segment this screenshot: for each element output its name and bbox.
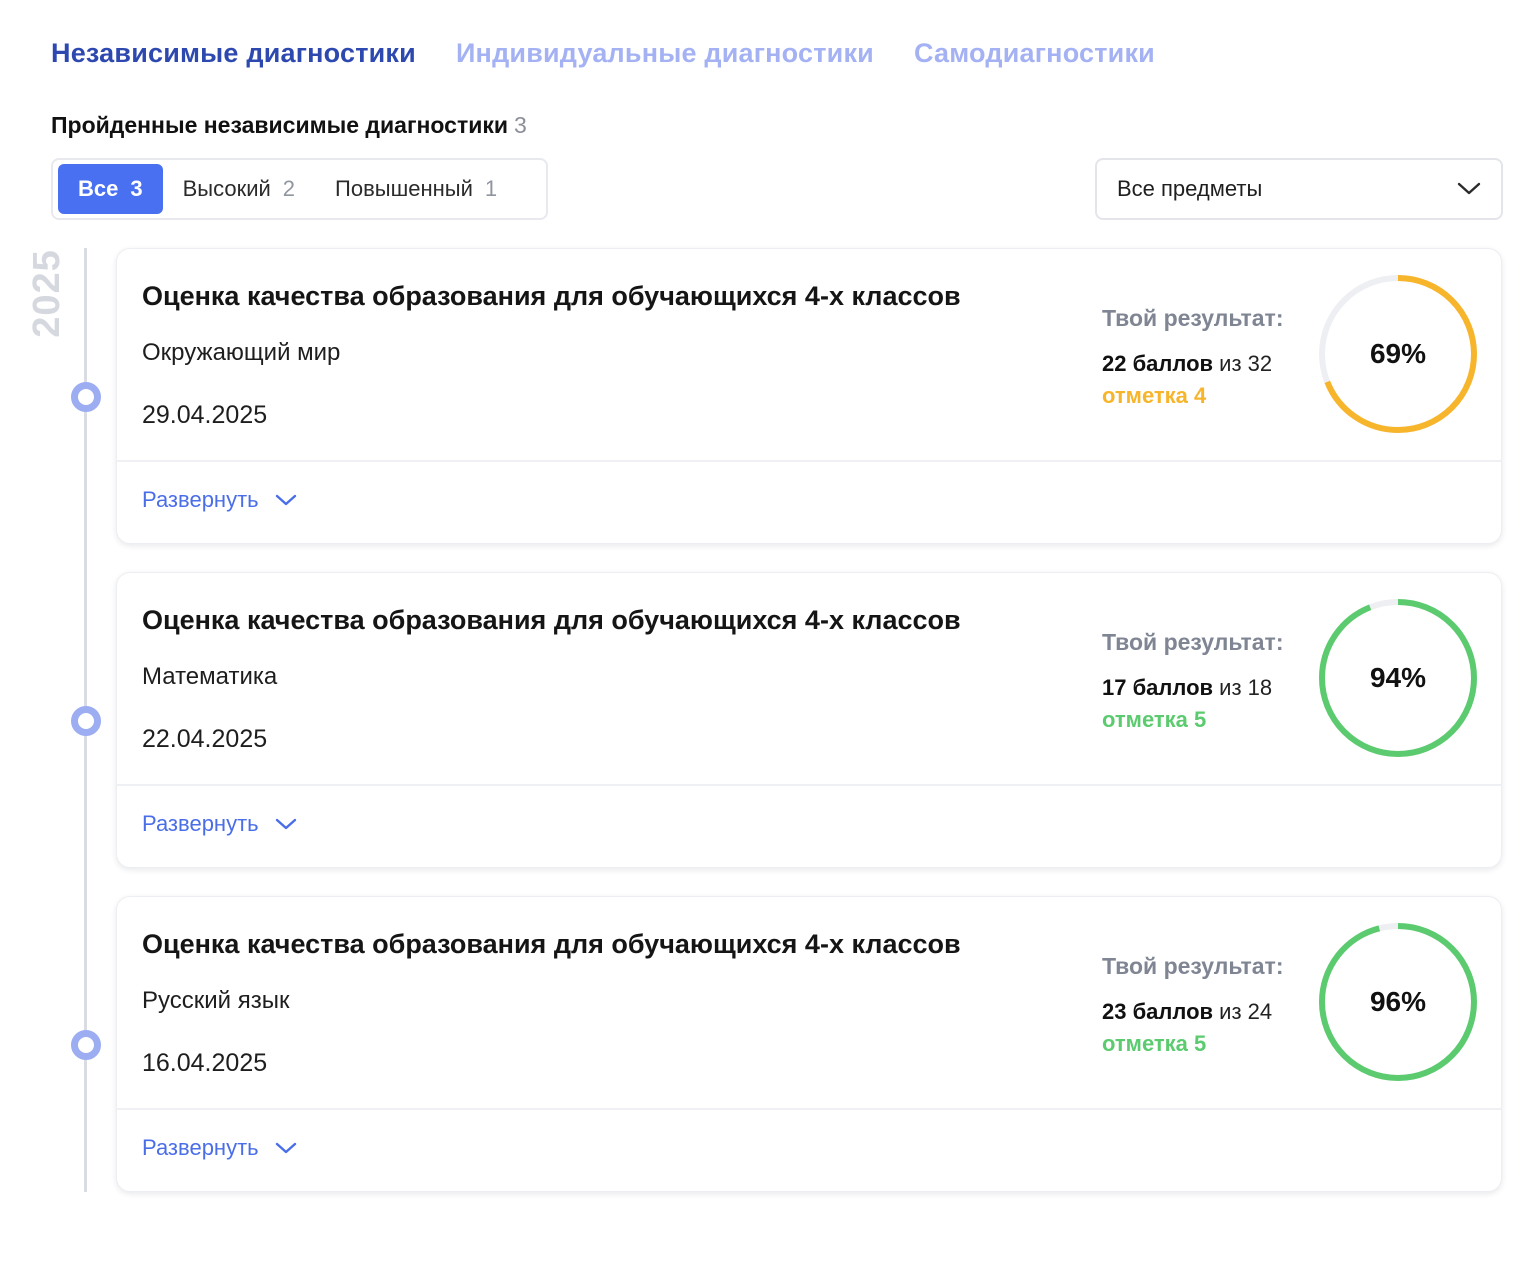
timeline-year-text: 2025 [25,248,68,338]
result-points: 17 баллов из 18 [1102,675,1272,701]
chevron-down-icon [275,811,297,837]
timeline-year: 2025 [12,248,82,338]
timeline-dot [71,1030,101,1060]
filter-all-label: Все [78,176,119,201]
card-date: 29.04.2025 [142,401,268,429]
timeline-dot [71,706,101,736]
expand-label: Развернуть [142,811,259,836]
score-ring: 96% [1317,921,1479,1083]
diagnostic-card: Оценка качества образования для обучающи… [116,896,1502,1192]
card-date: 22.04.2025 [142,725,268,753]
filter-advanced-label: Повышенный [335,176,473,201]
card-title: Оценка качества образования для обучающи… [142,605,961,635]
subject-select[interactable]: Все предметы [1095,158,1503,220]
subject-select-value: Все предметы [1117,176,1263,201]
score-ring: 94% [1317,597,1479,759]
expand-label: Развернуть [142,1135,259,1160]
tab-individual[interactable]: Индивидуальные диагностики [456,38,874,69]
filter-high-label: Высокий [182,176,271,201]
chevron-down-icon [1457,176,1481,202]
points-total: из 32 [1219,351,1273,376]
filter-high[interactable]: Высокий 2 [163,164,315,214]
chevron-down-icon [275,1135,297,1161]
filter-all[interactable]: Все 3 [58,164,163,214]
diagnostic-card: Оценка качества образования для обучающи… [116,572,1502,868]
result-grade: отметка 4 [1102,383,1207,408]
card-divider [117,1108,1501,1110]
score-percent: 96% [1369,986,1427,1017]
diagnostics-tabs: Независимые диагностики Индивидуальные д… [51,38,1155,69]
filter-advanced[interactable]: Повышенный 1 [315,164,517,214]
level-filter: Все 3 Высокий 2 Повышенный 1 [51,158,548,220]
expand-button[interactable]: Развернуть [142,811,297,837]
card-date: 16.04.2025 [142,1049,268,1077]
points-scored: 22 баллов [1102,351,1214,376]
score-percent: 94% [1369,662,1427,693]
timeline-dot [71,382,101,412]
expand-button[interactable]: Развернуть [142,1135,297,1161]
card-subject: Русский язык [142,987,290,1014]
points-total: из 18 [1219,675,1273,700]
card-divider [117,460,1501,462]
tab-self[interactable]: Самодиагностики [914,38,1155,69]
section-count: 3 [514,112,527,138]
result-grade: отметка 5 [1102,1031,1207,1056]
filter-advanced-count: 1 [484,176,498,201]
filter-high-count: 2 [282,176,296,201]
tab-independent[interactable]: Независимые диагностики [51,38,416,69]
expand-label: Развернуть [142,487,259,512]
filter-all-count: 3 [130,176,143,201]
score-percent: 69% [1369,338,1427,369]
result-grade: отметка 5 [1102,707,1207,732]
section-title: Пройденные независимые диагностики 3 [51,112,527,139]
section-title-text: Пройденные независимые диагностики [51,112,509,138]
score-ring: 69% [1317,273,1479,435]
expand-button[interactable]: Развернуть [142,487,297,513]
result-points: 22 баллов из 32 [1102,351,1272,377]
result-label: Твой результат: [1102,953,1284,979]
card-subject: Окружающий мир [142,339,341,366]
points-scored: 23 баллов [1102,999,1214,1024]
card-title: Оценка качества образования для обучающи… [142,929,961,959]
result-label: Твой результат: [1102,629,1284,655]
result-label: Твой результат: [1102,305,1284,331]
points-scored: 17 баллов [1102,675,1214,700]
card-subject: Математика [142,663,278,690]
diagnostic-card: Оценка качества образования для обучающи… [116,248,1502,544]
chevron-down-icon [275,487,297,513]
card-divider [117,784,1501,786]
card-title: Оценка качества образования для обучающи… [142,281,961,311]
points-total: из 24 [1219,999,1273,1024]
result-points: 23 баллов из 24 [1102,999,1272,1025]
